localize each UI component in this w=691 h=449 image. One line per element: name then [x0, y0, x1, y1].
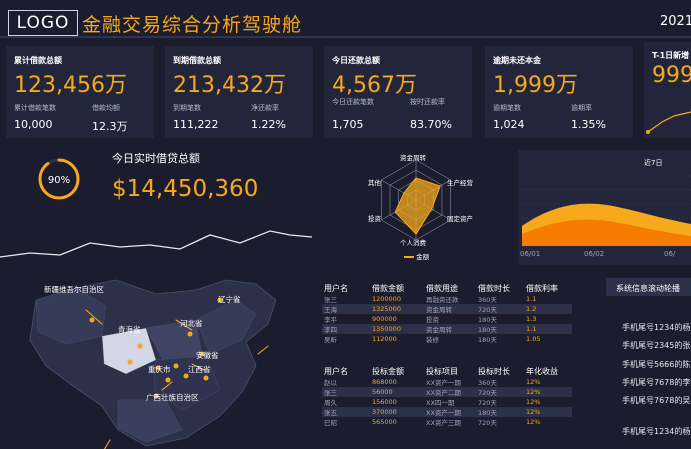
header-year: 2021	[660, 14, 691, 29]
sub-label: 到期笔数	[173, 104, 201, 112]
sub-label: 累计借款笔数	[14, 104, 56, 112]
col-header: 用户名	[324, 284, 348, 293]
scroll-item: 手机尾号1234的杨先	[622, 323, 691, 332]
sub-value: 83.70%	[410, 118, 452, 131]
scroll-title: 系统信息滚动轮播	[616, 284, 680, 293]
sub-label: 今日还款笔数	[332, 98, 374, 106]
col-header: 年化收益	[526, 367, 558, 376]
kpi-card-total-loan: 累计借款总额 123,456万 累计借款笔数 借款均额 10,000 12.3万	[6, 46, 154, 138]
sub-label: 逾期率	[571, 104, 592, 112]
radar-axis-label: 资金周转	[400, 154, 426, 162]
radar-axis-label: 生产经营	[447, 179, 473, 187]
kpi-card-due-loan: 到期借款总额 213,432万 到期笔数 净还款率 111,222 1.22%	[165, 46, 313, 138]
table-row[interactable]: 李平 900000 投资 180天 1.3	[322, 314, 572, 324]
map-label: 河北省	[180, 319, 203, 328]
scroll-item: 手机尾号1234的杨先	[622, 427, 691, 436]
card-title: 累计借款总额	[14, 56, 62, 65]
kpi-card-today-repay: 今日还款总额 4,567万 今日还款笔数 按时还款率 1,705 83.70%	[324, 46, 472, 138]
map-label: 江西省	[188, 365, 211, 374]
table-row[interactable]: 张三 1200000 再融资还款 360天 1.1	[322, 294, 572, 304]
radar-axis-label: 投资	[368, 215, 381, 223]
scroll-item: 手机尾号2345的张先	[622, 341, 691, 350]
scroll-item: 手机尾号5666的陈先	[622, 360, 691, 369]
col-header: 借款用途	[426, 284, 458, 293]
map-label: 重庆市	[148, 365, 171, 374]
card-value: 1,999万	[493, 73, 578, 98]
sub-label: 净还款率	[251, 104, 279, 112]
radar-axis-label: 固定资产	[447, 215, 473, 223]
gauge-ring: 90%	[38, 158, 80, 200]
bid-table: 用户名 投标金额 投标项目 投标时长 年化收益 赵以 868000 XX资产一期 36…	[322, 366, 572, 427]
x-tick: 06/	[664, 250, 676, 258]
card-value: 4,567万	[332, 73, 417, 98]
sub-label: 按时还款率	[410, 98, 445, 106]
x-tick: 06/01	[520, 250, 541, 258]
col-header: 用户名	[324, 367, 348, 376]
card-value: 123,456万	[14, 73, 127, 98]
radar-axis-label: 其他	[368, 179, 381, 187]
sub-value: 1.22%	[251, 118, 286, 131]
table-row[interactable]: 赵以 868000 XX资产一期 360天 12%	[322, 377, 572, 387]
header-divider	[0, 36, 691, 38]
col-header: 投标项目	[426, 367, 458, 376]
radar-axis-label: 个人消费	[400, 239, 426, 247]
realtime-amount: $14,450,360	[112, 176, 259, 202]
sub-label: 借款均额	[92, 104, 120, 112]
col-header: 借款利率	[526, 284, 558, 293]
scroll-item: 手机尾号7678的吴先	[622, 396, 691, 405]
col-header: 投标金额	[372, 367, 404, 376]
logo: LOGO	[8, 10, 78, 36]
col-header: 借款金额	[372, 284, 404, 293]
table-row[interactable]: 张三 56000 XX资产二期 720天 12%	[322, 387, 572, 397]
kpi-card-overdue: 逾期未还本金 1,999万 逾期笔数 逾期率 1,024 1.35%	[485, 46, 633, 138]
area-chart	[522, 175, 691, 247]
table-row[interactable]: 王海 1325000 资金周转 720天 1.2	[322, 304, 572, 314]
table-row[interactable]: 张五 370000 XX资产一期 180天 12%	[322, 407, 572, 417]
map-label: 辽宁省	[218, 295, 241, 304]
card-title: 今日还款总额	[332, 56, 380, 65]
sub-value: 12.3万	[92, 120, 128, 133]
map-label: 广西壮族自治区	[146, 393, 199, 402]
col-header: 借款时长	[478, 284, 510, 293]
map-label: 新疆维吾尔自治区	[44, 285, 104, 294]
realtime-label: 今日实时借贷总额	[112, 152, 200, 165]
card-value: 213,432万	[173, 73, 286, 98]
legend-label: 金额	[416, 253, 430, 261]
radar-chart	[381, 159, 451, 241]
gauge-label: 90%	[48, 175, 70, 186]
table-row[interactable]: 吴昕 112000 装修 180天 1.05	[322, 334, 572, 344]
table-row[interactable]: 周久 156000 XX四一期 720天 12%	[322, 397, 572, 407]
t1-mini-line	[646, 111, 691, 134]
card-title: 到期借款总额	[173, 56, 221, 65]
sub-value: 1.35%	[571, 118, 606, 131]
realtime-trend-line	[0, 230, 313, 258]
card-title: 逾期未还本金	[493, 56, 541, 65]
china-map	[29, 279, 277, 449]
legend-swatch	[404, 256, 414, 258]
sub-value: 1,705	[332, 118, 364, 131]
area-chart-panel: 近7日 06/01 06/02 06/	[518, 150, 691, 265]
sub-value: 111,222	[173, 118, 219, 131]
card-title: T-1日新增	[652, 51, 690, 60]
radar-panel: 资金周转 生产经营 固定资产 个人消费 投资 其他 金额	[324, 150, 509, 265]
radar-legend: 金额	[404, 251, 429, 261]
map-label: 青海省	[118, 325, 141, 334]
table-row[interactable]: 巳昭 565000 XX资产三期 720天 12%	[322, 417, 572, 427]
kpi-card-t1-new: T-1日新增 999	[644, 42, 691, 138]
col-header: 投标时长	[478, 367, 510, 376]
card-value: 999	[652, 63, 691, 88]
loan-table: 用户名 借款金额 借款用途 借款时长 借款利率 张三 1200000 再融资还款 36…	[322, 283, 572, 344]
page-title: 金融交易综合分析驾驶舱	[82, 14, 303, 36]
sub-value: 1,024	[493, 118, 525, 131]
sub-label: 逾期笔数	[493, 104, 521, 112]
x-tick: 06/02	[584, 250, 605, 258]
table-row[interactable]: 李四 1350000 资金周转 180天 1.1	[322, 324, 572, 334]
sub-value: 10,000	[14, 118, 53, 131]
map-label: 安徽省	[196, 351, 219, 360]
area-chart-title: 近7日	[644, 159, 663, 167]
scroll-item: 手机尾号7678的李女	[622, 378, 691, 387]
